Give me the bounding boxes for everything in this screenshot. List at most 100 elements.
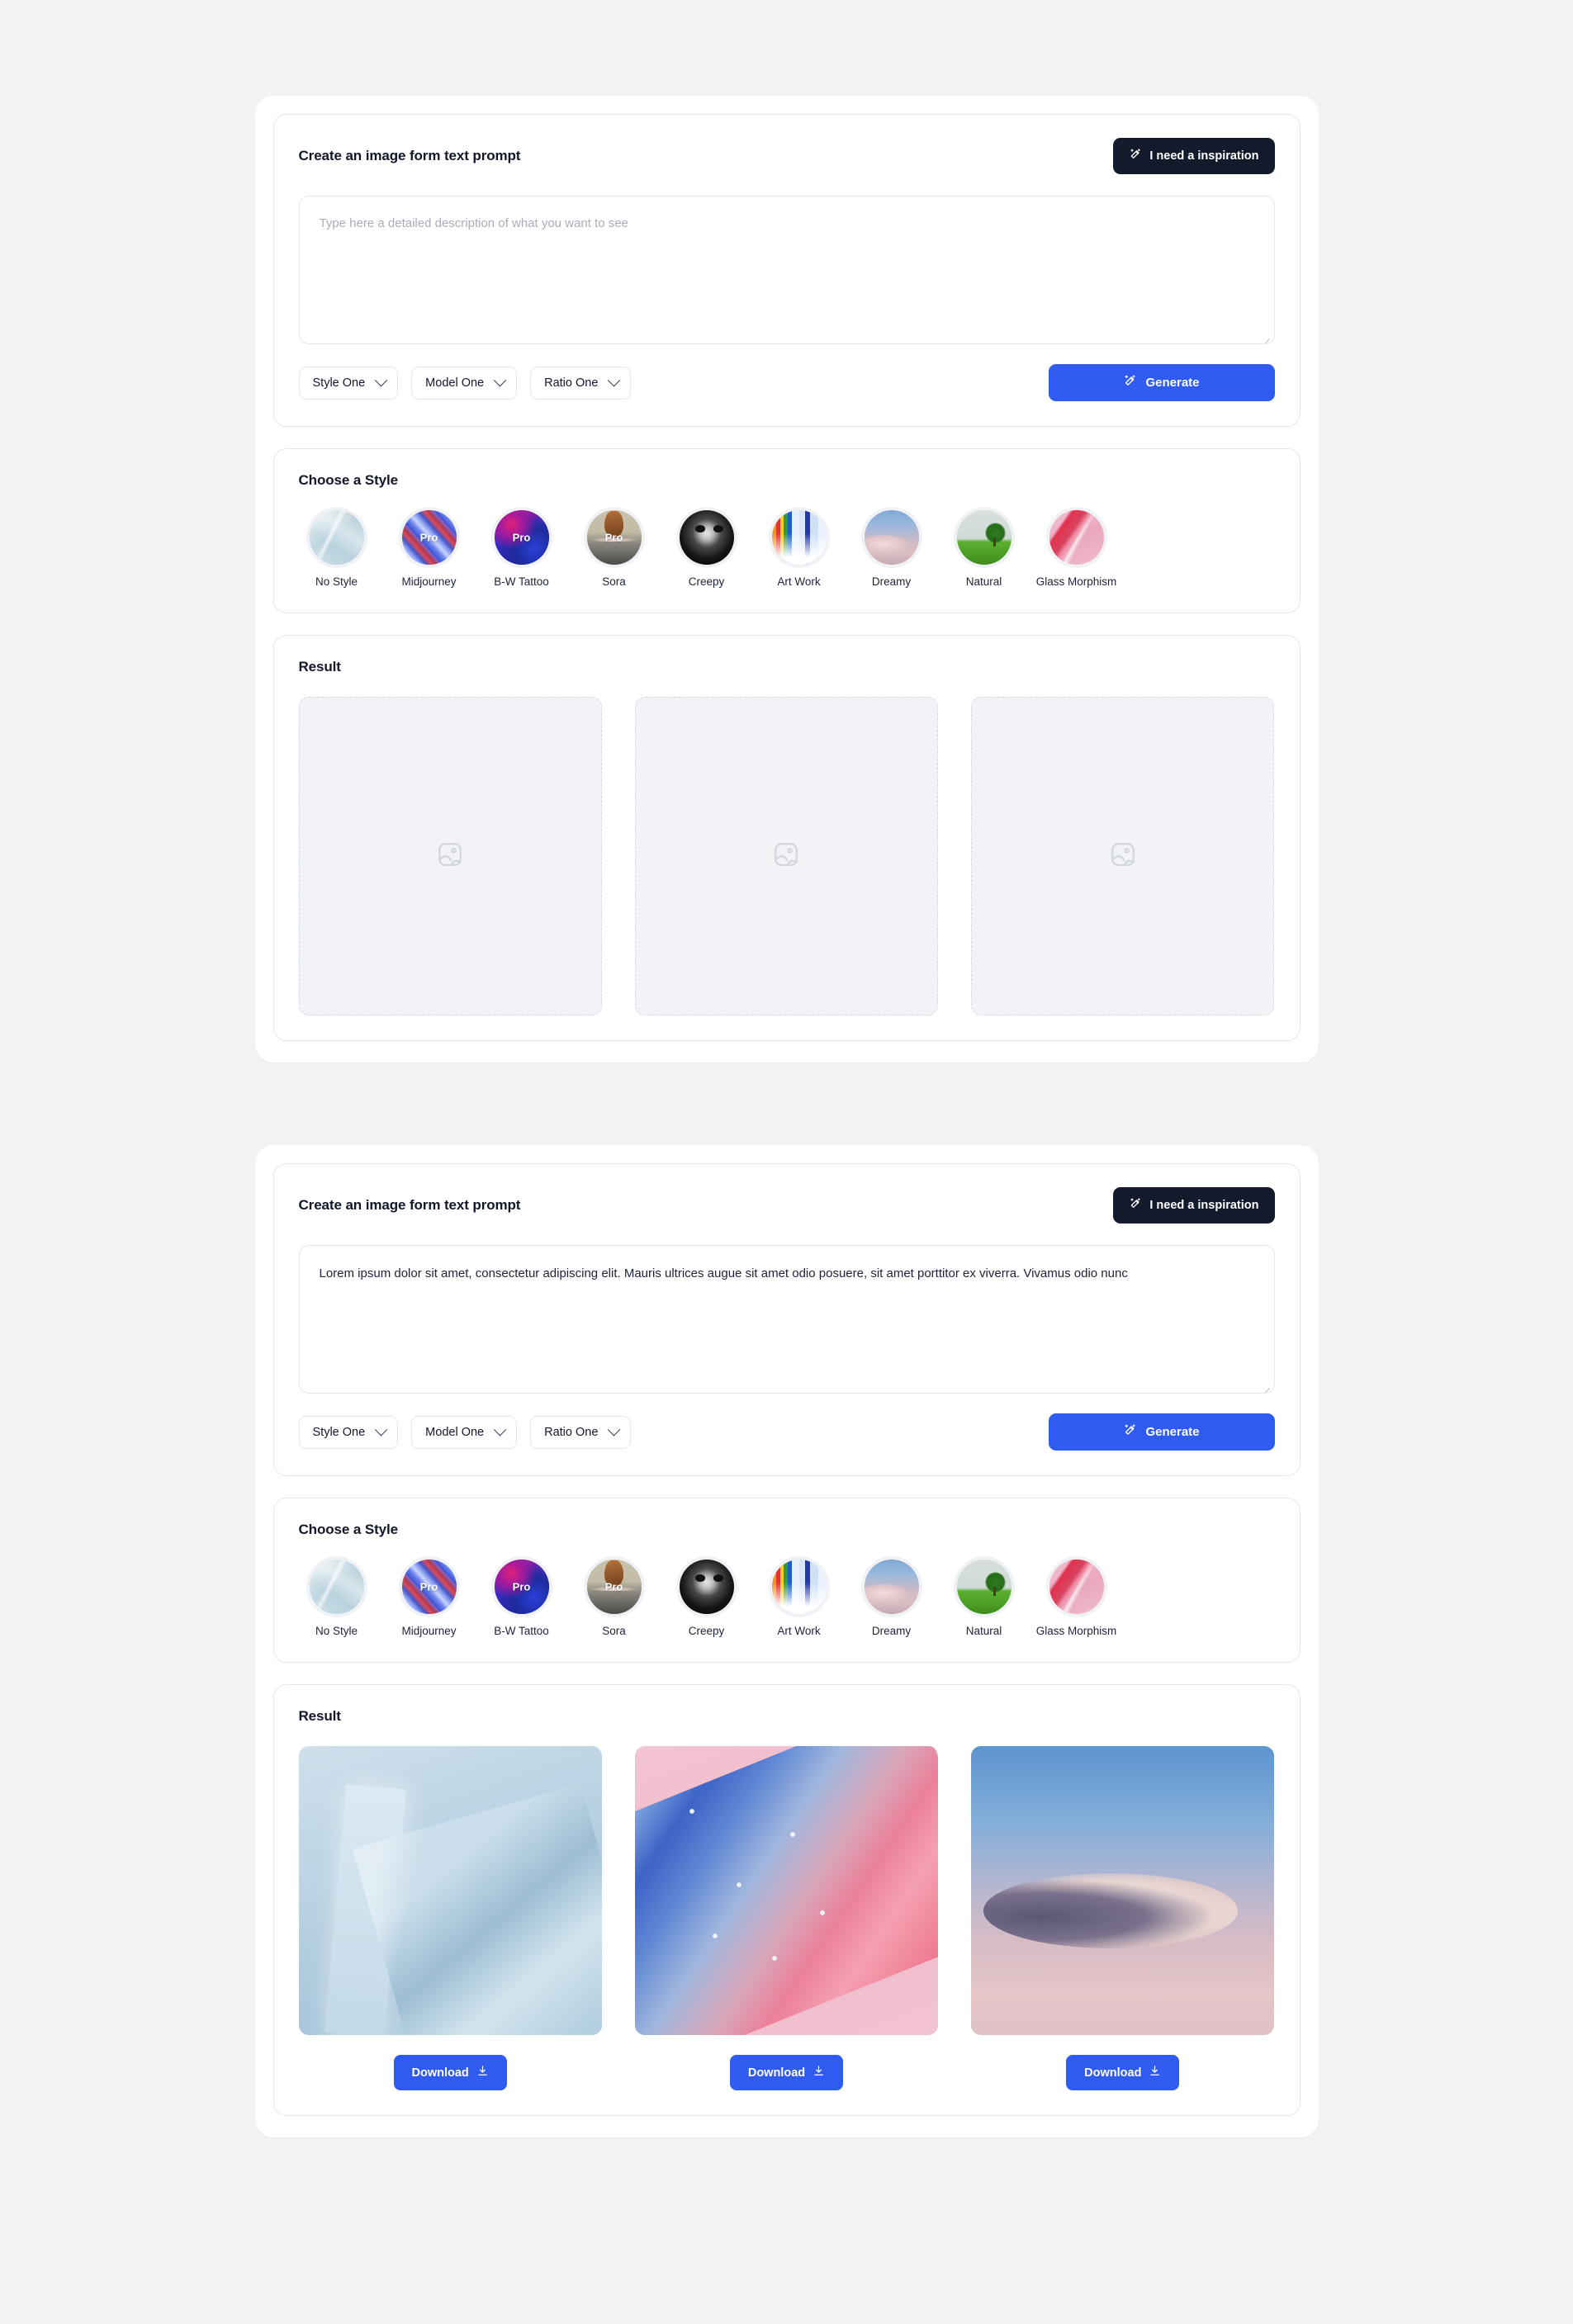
result-placeholder: [298, 697, 602, 1015]
style-option-midjourney[interactable]: Pro Midjourney: [391, 510, 467, 588]
result-card-title: Result: [298, 659, 341, 674]
style-thumbnail: Pro: [586, 1560, 642, 1614]
result-card: Result: [272, 635, 1301, 1041]
style-thumbnail: Pro: [401, 1560, 457, 1614]
style-option-creepy[interactable]: Creepy: [669, 1560, 745, 1637]
prompt-value: Lorem ipsum dolor sit amet, consectetur …: [319, 1266, 1128, 1280]
style-card: Choose a Style No Style Pro Midjourney Pro B…: [272, 448, 1301, 613]
generate-button-label: Generate: [1145, 1425, 1200, 1439]
image-placeholder-icon: [436, 840, 464, 873]
style-option-natural[interactable]: Natural: [946, 1560, 1022, 1637]
style-thumbnail-art: [956, 1560, 1012, 1614]
prompt-placeholder: Type here a detailed description of what…: [319, 216, 628, 230]
chevron-down-icon: [493, 373, 507, 387]
style-option-label: B-W Tattoo: [494, 1625, 549, 1637]
download-icon: [1149, 2065, 1161, 2080]
prompt-textarea[interactable]: Type here a detailed description of what…: [298, 196, 1275, 344]
top-spacer: [0, 0, 1573, 96]
image-placeholder-icon: [772, 840, 800, 873]
prompt-card-title: Create an image form text prompt: [298, 148, 521, 163]
style-card-header: Choose a Style: [299, 1522, 1275, 1538]
style-option-natural[interactable]: Natural: [946, 510, 1022, 588]
select-ratio-one[interactable]: Ratio One: [530, 1415, 632, 1449]
inspiration-button[interactable]: I need a inspiration: [1113, 138, 1275, 174]
select-label: Model One: [425, 376, 485, 390]
style-thumbnail-art: [771, 1560, 827, 1614]
style-option-no-style[interactable]: No Style: [299, 510, 375, 588]
resize-handle-icon[interactable]: [1259, 329, 1272, 343]
result-card: Result Download Download Download: [272, 1684, 1301, 2116]
select-ratio-one[interactable]: Ratio One: [530, 366, 632, 400]
select-model-one[interactable]: Model One: [411, 1415, 518, 1449]
pro-badge: Pro: [604, 1580, 623, 1593]
style-thumbnail-art: [309, 510, 364, 565]
prompt-textarea[interactable]: Lorem ipsum dolor sit amet, consectetur …: [298, 1245, 1275, 1394]
result-slot: [298, 697, 602, 1015]
style-option-dreamy[interactable]: Dreamy: [854, 1560, 930, 1637]
inspiration-button-label: I need a inspiration: [1149, 1199, 1259, 1212]
download-button[interactable]: Download: [1066, 2055, 1180, 2090]
select-model-one[interactable]: Model One: [411, 366, 518, 400]
select-label: Model One: [425, 1425, 485, 1439]
style-thumbnail: [771, 1560, 827, 1614]
select-label: Style One: [312, 1425, 366, 1439]
style-thumbnail: [864, 510, 919, 565]
download-button[interactable]: Download: [393, 2055, 507, 2090]
result-image[interactable]: [298, 1746, 602, 2035]
download-button[interactable]: Download: [729, 2055, 844, 2090]
style-option-glass-morphism[interactable]: Glass Morphism: [1035, 510, 1117, 588]
style-option-art-work[interactable]: Art Work: [761, 1560, 837, 1637]
style-option-b-w-tattoo[interactable]: Pro B-W Tattoo: [484, 1560, 560, 1637]
style-list: No Style Pro Midjourney Pro B-W Tattoo Pro Sor…: [299, 1560, 1275, 1637]
prompt-card-title: Create an image form text prompt: [298, 1197, 521, 1213]
style-option-midjourney[interactable]: Pro Midjourney: [391, 1560, 467, 1637]
prompt-card-header: Create an image form text prompt I need …: [299, 138, 1275, 174]
style-option-label: Art Work: [777, 1625, 821, 1637]
style-option-label: Glass Morphism: [1035, 1625, 1117, 1637]
inspiration-button[interactable]: I need a inspiration: [1113, 1187, 1275, 1224]
style-option-dreamy[interactable]: Dreamy: [854, 510, 930, 588]
image-placeholder-icon: [1109, 840, 1137, 873]
result-image[interactable]: [971, 1746, 1275, 2035]
style-option-no-style[interactable]: No Style: [299, 1560, 375, 1637]
select-style-one[interactable]: Style One: [298, 1415, 399, 1449]
style-option-glass-morphism[interactable]: Glass Morphism: [1035, 1560, 1117, 1637]
style-thumbnail-art: [1049, 510, 1104, 565]
style-option-label: Midjourney: [401, 1625, 457, 1637]
result-image[interactable]: [634, 1746, 939, 2035]
workspace-panel-filled-state: Create an image form text prompt I need …: [254, 1145, 1319, 2137]
style-option-art-work[interactable]: Art Work: [761, 510, 837, 588]
select-style-one[interactable]: Style One: [298, 366, 399, 400]
style-option-sora[interactable]: Pro Sora: [576, 510, 652, 588]
style-option-sora[interactable]: Pro Sora: [576, 1560, 652, 1637]
download-button-wrapper: Download: [635, 2055, 938, 2090]
style-option-label: Midjourney: [401, 575, 457, 588]
result-slot: Download: [634, 1746, 939, 2090]
result-slot: [634, 697, 939, 1015]
style-option-label: Creepy: [688, 1625, 725, 1637]
style-thumbnail-art: [956, 510, 1012, 565]
style-thumbnail-art: [864, 1560, 919, 1614]
chevron-down-icon: [374, 373, 388, 387]
style-card: Choose a Style No Style Pro Midjourney Pro B…: [272, 1498, 1301, 1663]
magic-wand-icon: [1129, 148, 1142, 164]
style-thumbnail: [309, 510, 364, 565]
generate-button[interactable]: Generate: [1048, 1413, 1275, 1451]
chevron-down-icon: [493, 1422, 507, 1437]
chevron-down-icon: [374, 1422, 388, 1437]
style-option-label: Glass Morphism: [1035, 575, 1117, 588]
style-option-creepy[interactable]: Creepy: [669, 510, 745, 588]
panel-spacer: [0, 1063, 1573, 1145]
style-option-label: No Style: [315, 1625, 358, 1637]
select-label: Ratio One: [544, 1425, 599, 1439]
resize-handle-icon[interactable]: [1259, 1378, 1272, 1393]
style-thumbnail: [864, 1560, 919, 1614]
pro-badge: Pro: [604, 531, 623, 544]
style-thumbnail-art: [679, 1560, 734, 1614]
style-option-label: Natural: [965, 575, 1002, 588]
generate-button[interactable]: Generate: [1048, 364, 1275, 401]
chevron-down-icon: [608, 1422, 621, 1437]
download-button-wrapper: Download: [971, 2055, 1274, 2090]
style-option-b-w-tattoo[interactable]: Pro B-W Tattoo: [484, 510, 560, 588]
prompt-card-header: Create an image form text prompt I need …: [299, 1187, 1275, 1224]
